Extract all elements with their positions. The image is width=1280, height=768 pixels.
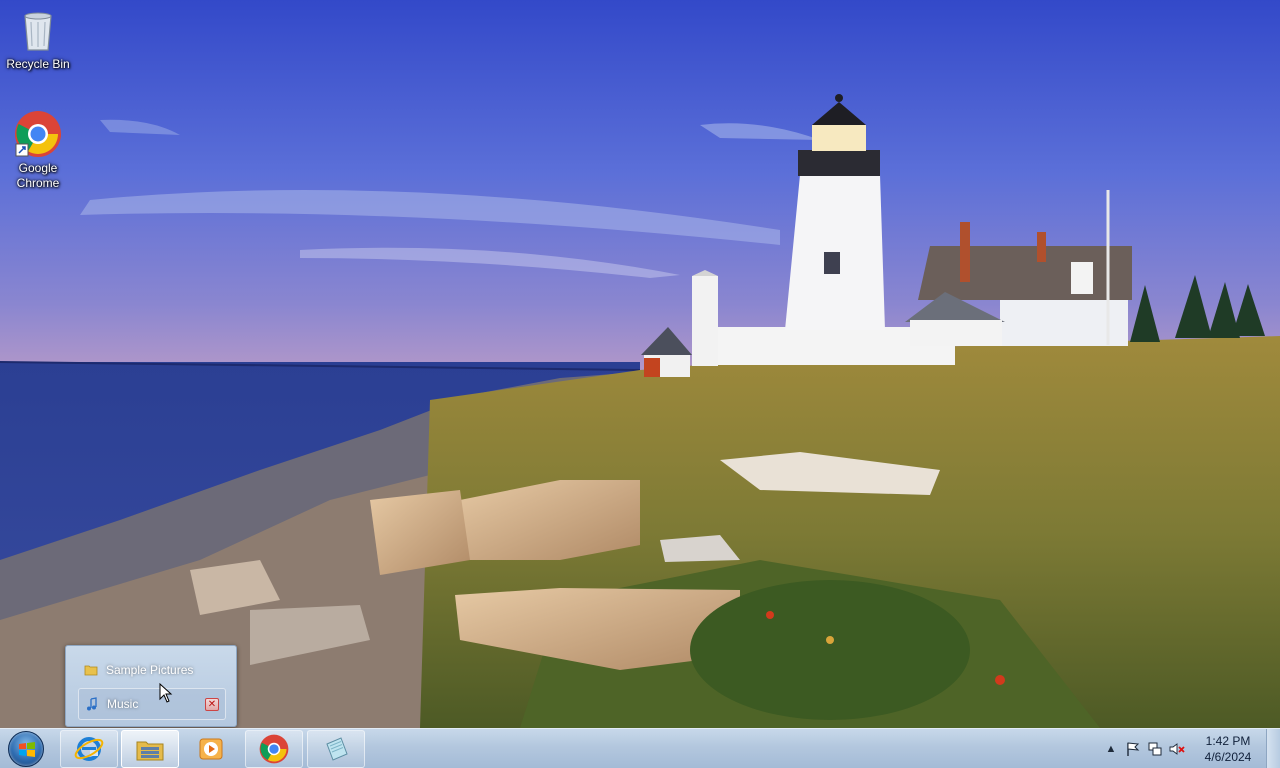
- internet-explorer-icon: [73, 733, 105, 765]
- media-player-icon: [197, 735, 225, 763]
- taskbar-chrome-button[interactable]: [245, 730, 303, 768]
- start-button[interactable]: [4, 730, 48, 768]
- popup-item-label: Music: [107, 697, 139, 711]
- recycle-bin-icon: [14, 6, 62, 54]
- show-hidden-icons-button[interactable]: ▲: [1100, 738, 1122, 760]
- volume-muted-icon[interactable]: [1166, 738, 1188, 760]
- music-note-icon: [85, 697, 99, 711]
- taskbar-windows-explorer-button[interactable]: [121, 730, 179, 768]
- taskbar: ▲ 1:42 PM 4/6/2024: [0, 728, 1280, 768]
- clock-date: 4/6/2024: [1204, 750, 1252, 764]
- popup-item-music[interactable]: Music ✕: [78, 688, 226, 720]
- explorer-thumbnail-popup: Sample Pictures Music ✕: [65, 645, 237, 727]
- folder-icon: [84, 663, 98, 677]
- desktop-icon-label: Recycle Bin: [6, 57, 70, 71]
- action-center-flag-icon[interactable]: [1122, 738, 1144, 760]
- lighthouse-landscape-image: [0, 0, 1280, 728]
- chrome-icon: [14, 110, 62, 158]
- mouse-cursor-icon: [159, 682, 173, 703]
- clock-time: 1:42 PM: [1205, 734, 1251, 748]
- taskbar-clock[interactable]: 1:42 PM 4/6/2024: [1192, 733, 1264, 765]
- chrome-icon: [259, 734, 289, 764]
- desktop-icon-recycle-bin[interactable]: Recycle Bin: [0, 6, 76, 72]
- popup-item-sample-pictures[interactable]: Sample Pictures: [78, 658, 226, 682]
- network-icon[interactable]: [1144, 738, 1166, 760]
- desktop-icon-label: Google Chrome: [16, 161, 60, 190]
- close-icon[interactable]: ✕: [205, 698, 219, 711]
- folder-library-icon: [134, 733, 166, 765]
- desktop-icon-google-chrome[interactable]: Google Chrome: [0, 110, 76, 191]
- popup-item-label: Sample Pictures: [106, 663, 194, 677]
- windows-logo-icon: [8, 731, 44, 767]
- notepad-icon: [321, 734, 351, 764]
- taskbar-media-player-button[interactable]: [182, 730, 240, 768]
- show-desktop-button[interactable]: [1266, 729, 1280, 768]
- taskbar-internet-explorer-button[interactable]: [60, 730, 118, 768]
- system-tray: ▲ 1:42 PM 4/6/2024: [1100, 729, 1264, 768]
- desktop-wallpaper: [0, 0, 1280, 728]
- taskbar-notepad-button[interactable]: [307, 730, 365, 768]
